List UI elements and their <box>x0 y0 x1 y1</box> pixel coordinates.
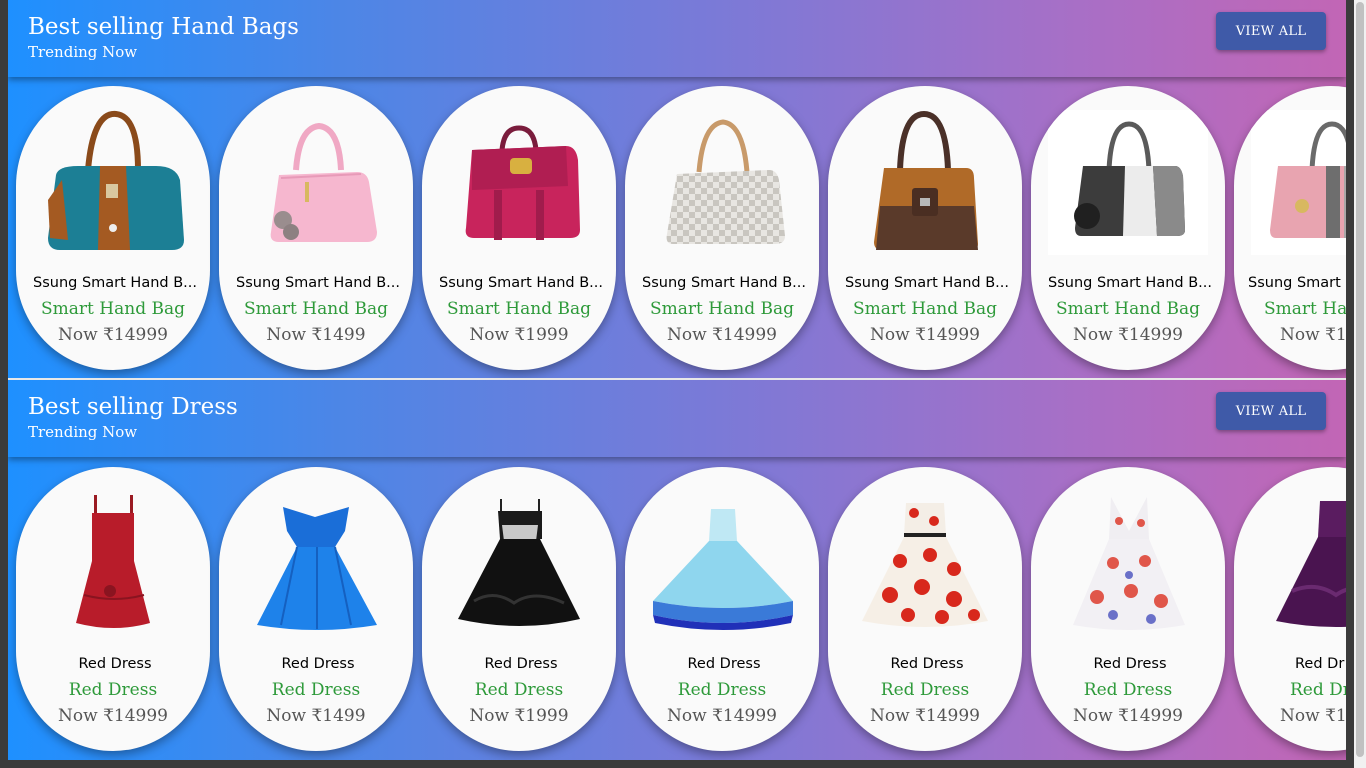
product-price: Now ₹14999 <box>667 325 777 345</box>
handbag-magenta-icon <box>439 110 599 255</box>
product-price: Now ₹14999 <box>58 325 168 345</box>
handbags-section: Best selling Hand Bags Trending Now VIEW… <box>8 0 1346 378</box>
section-subtitle: Trending Now <box>28 423 138 441</box>
dress-blue-icon <box>236 491 396 636</box>
handbag-brown-icon <box>845 110 1005 255</box>
product-card[interactable]: Red Dress Red Dress Now ₹14999 <box>16 467 210 751</box>
section-header: Best selling Hand Bags Trending Now VIEW… <box>8 0 1346 77</box>
product-subtitle: Red Dress <box>271 680 361 700</box>
product-subtitle: Smart Han <box>1264 299 1346 319</box>
product-price: Now ₹14 <box>1280 706 1346 726</box>
product-carousel[interactable]: Ssung Smart Hand B... Smart Hand Bag Now… <box>8 86 1346 371</box>
handbag-teal-icon <box>33 110 193 255</box>
handbag-checkered-icon <box>642 110 802 255</box>
product-card[interactable]: Ssung Smart Hand B... Smart Hand Bag Now… <box>828 86 1022 370</box>
product-subtitle: Red Dress <box>474 680 564 700</box>
product-subtitle: Red Dress <box>1083 680 1173 700</box>
product-price: Now ₹14999 <box>870 325 980 345</box>
product-name: Ssung Smart Hand B... <box>1048 275 1212 291</box>
dress-floral-white-icon <box>1048 491 1208 636</box>
product-card[interactable]: Red Dr Red Dr Now ₹14 <box>1234 467 1346 751</box>
handbag-pink-grey-icon <box>1251 110 1346 255</box>
section-title: Best selling Hand Bags <box>28 14 299 40</box>
view-all-button[interactable]: VIEW ALL <box>1216 392 1326 430</box>
product-price: Now ₹1999 <box>469 325 569 345</box>
product-subtitle: Red Dress <box>677 680 767 700</box>
product-price: Now ₹1999 <box>469 706 569 726</box>
section-subtitle: Trending Now <box>28 43 138 61</box>
product-name: Ssung Smart Hand B... <box>845 275 1009 291</box>
dress-red-icon <box>33 491 193 636</box>
handbag-pink-icon <box>236 110 396 255</box>
product-subtitle: Smart Hand Bag <box>447 299 591 319</box>
product-card[interactable]: Red Dress Red Dress Now ₹14999 <box>625 467 819 751</box>
product-carousel[interactable]: Red Dress Red Dress Now ₹14999 Red Dress… <box>8 467 1346 752</box>
product-card[interactable]: Red Dress Red Dress Now ₹14999 <box>1031 467 1225 751</box>
product-price: Now ₹1499 <box>266 706 366 726</box>
product-card[interactable]: Ssung Smart Hand B... Smart Hand Bag Now… <box>422 86 616 370</box>
product-subtitle: Red Dr <box>1290 680 1346 700</box>
product-subtitle: Smart Hand Bag <box>244 299 388 319</box>
product-subtitle: Smart Hand Bag <box>41 299 185 319</box>
product-card[interactable]: Ssung Smart Hand B... Smart Hand Bag Now… <box>16 86 210 370</box>
product-subtitle: Red Dress <box>880 680 970 700</box>
product-name: Red Dress <box>1093 656 1167 672</box>
dress-black-icon <box>439 491 599 636</box>
product-name: Ssung Smart <box>1248 275 1341 291</box>
product-card[interactable]: Red Dress Red Dress Now ₹14999 <box>828 467 1022 751</box>
product-card[interactable]: Ssung Smart Smart Han Now ₹14 <box>1234 86 1346 370</box>
product-card[interactable]: Ssung Smart Hand B... Smart Hand Bag Now… <box>625 86 819 370</box>
product-name: Red Dress <box>78 656 152 672</box>
product-price: Now ₹14 <box>1280 325 1346 345</box>
product-price: Now ₹1499 <box>266 325 366 345</box>
dress-aqua-gown-icon <box>642 491 802 636</box>
handbag-grey-white-icon <box>1048 110 1208 255</box>
product-name: Ssung Smart Hand B... <box>439 275 603 291</box>
product-card[interactable]: Ssung Smart Hand B... Smart Hand Bag Now… <box>219 86 413 370</box>
product-price: Now ₹14999 <box>58 706 168 726</box>
dress-floral-red-icon <box>845 491 1005 636</box>
product-subtitle: Smart Hand Bag <box>650 299 794 319</box>
product-name: Red Dress <box>281 656 355 672</box>
dress-section: Best selling Dress Trending Now VIEW ALL… <box>8 380 1346 760</box>
product-name: Ssung Smart Hand B... <box>33 275 197 291</box>
product-card[interactable]: Red Dress Red Dress Now ₹1499 <box>219 467 413 751</box>
dress-purple-icon <box>1251 491 1346 636</box>
product-name: Red Dress <box>484 656 558 672</box>
product-subtitle: Smart Hand Bag <box>1056 299 1200 319</box>
page-frame: Best selling Hand Bags Trending Now VIEW… <box>8 0 1346 768</box>
product-name: Ssung Smart Hand B... <box>236 275 400 291</box>
product-name: Red Dr <box>1295 656 1345 672</box>
product-price: Now ₹14999 <box>667 706 777 726</box>
product-card[interactable]: Ssung Smart Hand B... Smart Hand Bag Now… <box>1031 86 1225 370</box>
product-name: Red Dress <box>890 656 964 672</box>
view-all-button[interactable]: VIEW ALL <box>1216 12 1326 50</box>
product-price: Now ₹14999 <box>1073 325 1183 345</box>
section-header: Best selling Dress Trending Now VIEW ALL <box>8 380 1346 457</box>
product-subtitle: Red Dress <box>68 680 158 700</box>
section-title: Best selling Dress <box>28 394 238 420</box>
scrollbar-thumb[interactable] <box>1356 2 1364 757</box>
product-name: Ssung Smart Hand B... <box>642 275 806 291</box>
product-subtitle: Smart Hand Bag <box>853 299 997 319</box>
product-name: Red Dress <box>687 656 761 672</box>
product-price: Now ₹14999 <box>1073 706 1183 726</box>
product-price: Now ₹14999 <box>870 706 980 726</box>
product-card[interactable]: Red Dress Red Dress Now ₹1999 <box>422 467 616 751</box>
